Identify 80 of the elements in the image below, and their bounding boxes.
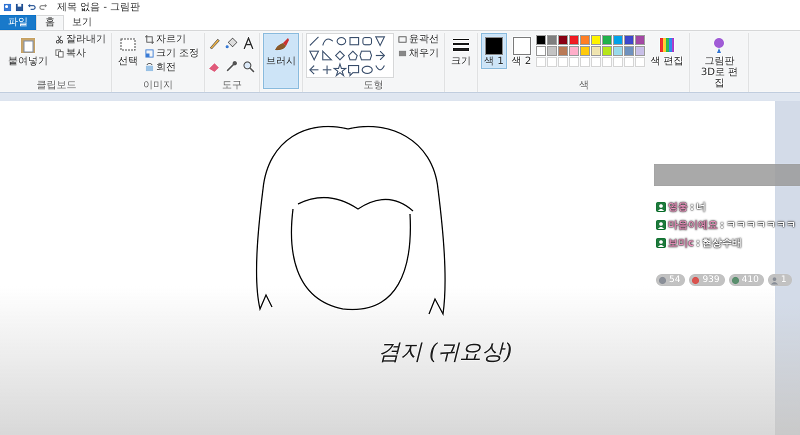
color-swatch[interactable]	[558, 46, 568, 56]
color-swatch[interactable]	[613, 35, 624, 45]
copy-button[interactable]: 복사	[53, 47, 108, 60]
color-swatch[interactable]	[580, 35, 590, 45]
chat-separator: :	[720, 220, 724, 230]
resize-button[interactable]: 크기 조정	[143, 47, 202, 60]
handwritten-caption: 겸지 (귀요상)	[378, 339, 512, 367]
paste-button[interactable]: 붙여넣기	[5, 33, 51, 69]
paint-app-icon	[3, 3, 12, 12]
color-swatch[interactable]	[624, 35, 634, 45]
color-swatch[interactable]	[580, 46, 590, 56]
group-label: 도형	[364, 80, 384, 92]
clipboard-icon	[18, 35, 38, 55]
fill-icon	[398, 49, 408, 58]
chat-username: 보미c	[668, 237, 694, 250]
color-slot-button[interactable]: 색 2	[508, 33, 534, 69]
group-label: 색	[578, 80, 589, 92]
color-swatch[interactable]	[558, 35, 568, 45]
rotate-button[interactable]: 회전	[143, 61, 202, 74]
undo-icon[interactable]	[27, 3, 36, 12]
color-slot-button[interactable]: 색 1	[481, 33, 507, 69]
color-swatch[interactable]	[536, 46, 546, 56]
chat-separator: :	[696, 238, 700, 248]
color-picker-icon[interactable]	[225, 60, 238, 73]
color-swatch[interactable]	[591, 35, 602, 45]
text-tool-icon[interactable]	[242, 37, 256, 50]
color-swatch[interactable]	[624, 46, 634, 56]
color-swatch[interactable]	[547, 46, 558, 56]
stat-count: 410	[742, 275, 759, 285]
chat-message: 현상수배	[702, 236, 742, 250]
color-swatch[interactable]	[536, 35, 546, 45]
color-swatch[interactable]	[569, 46, 580, 56]
stat-count: 54	[669, 275, 680, 285]
save-icon[interactable]	[15, 3, 24, 12]
crop-button[interactable]: 자르기	[143, 33, 202, 46]
paint-3d-button[interactable]: 그림판 3D로 편집	[693, 33, 746, 91]
resize-icon	[145, 49, 154, 58]
cut-button[interactable]: 잘라내기	[53, 33, 108, 46]
chat-message: ㅋㅋㅋㅋㅋㅋㅋ	[726, 218, 796, 232]
color-swatch[interactable]	[602, 35, 612, 45]
color-swatch[interactable]	[591, 46, 602, 56]
magnifier-icon[interactable]	[242, 60, 256, 73]
user-badge-icon	[656, 220, 666, 230]
ribbon-tab[interactable]: 파일	[0, 15, 36, 30]
group-label: 이미지	[143, 80, 174, 92]
copy-icon	[55, 49, 64, 58]
coin-icon	[730, 276, 740, 284]
crop-icon	[145, 35, 154, 44]
user-badge-icon	[656, 202, 666, 212]
chat-message: 너	[696, 200, 706, 214]
brushes-button[interactable]: 브러시	[263, 33, 300, 89]
shape-gallery-drawing[interactable]	[306, 33, 394, 78]
color-swatch[interactable]	[602, 46, 612, 56]
fill-button[interactable]: 채우기	[396, 47, 442, 60]
rotate-icon	[145, 63, 154, 72]
color-swatch[interactable]	[635, 46, 646, 56]
select-button[interactable]: 선택	[115, 33, 141, 69]
color-swatch[interactable]	[613, 46, 624, 56]
user-icon	[770, 276, 779, 284]
group-label: 도구	[222, 80, 242, 92]
fill-bucket-icon[interactable]	[225, 37, 238, 50]
chat-separator: :	[690, 202, 694, 212]
pencil-icon[interactable]	[208, 37, 222, 50]
stat-count: 1	[780, 275, 787, 285]
user-badge-icon	[656, 238, 666, 248]
stat-count: 939	[702, 275, 720, 285]
color-swatch[interactable]	[547, 35, 558, 45]
scissors-icon	[55, 35, 64, 44]
chat-username: 마음이예요	[668, 219, 718, 232]
group-label: 클립보드	[36, 80, 76, 92]
edit-colors-button[interactable]: 색 편집	[647, 33, 686, 69]
outline-icon	[398, 35, 408, 44]
redo-icon[interactable]	[39, 3, 48, 12]
ribbon-tab[interactable]: 홈	[36, 15, 64, 30]
chat-username: 영웅	[668, 201, 688, 214]
window-title: 제목 없음 - 그림판	[57, 2, 140, 14]
color-swatch[interactable]	[569, 35, 580, 45]
outline-button[interactable]: 윤곽선	[396, 33, 442, 46]
color-swatch[interactable]	[635, 35, 646, 45]
size-button[interactable]: 크기	[448, 33, 474, 69]
